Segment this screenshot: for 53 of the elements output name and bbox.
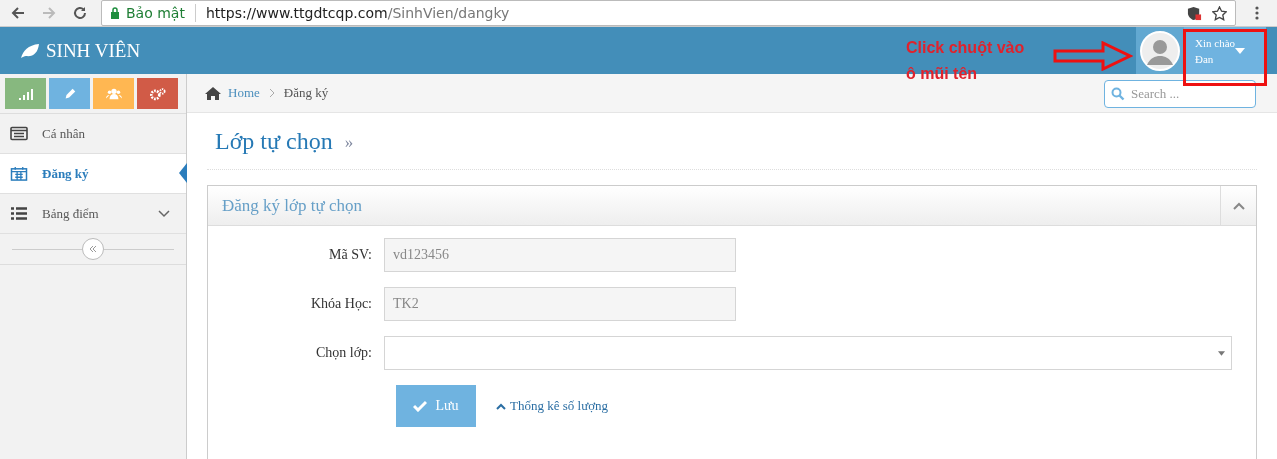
- avatar: [1140, 30, 1180, 71]
- sidebar-item[interactable]: Bảng điểm: [0, 194, 186, 234]
- breadcrumb-link[interactable]: Home: [228, 85, 260, 101]
- field-label: Khóa Học:: [309, 296, 373, 312]
- breadcrumb-current: Đăng ký: [283, 85, 329, 101]
- lock-icon: [110, 7, 120, 19]
- star-icon[interactable]: [1212, 5, 1227, 21]
- settings-shortcut-button[interactable]: [137, 78, 178, 109]
- search-icon: [1111, 87, 1125, 101]
- stats-shortcut-button[interactable]: [5, 78, 46, 109]
- reload-icon[interactable]: [72, 5, 88, 21]
- gears-icon: [149, 86, 166, 101]
- field-label: Mã SV:: [328, 247, 373, 263]
- class-select[interactable]: [384, 336, 1232, 370]
- url-text: https://www.ttgdtcqp.com/SinhVien/dangky: [205, 5, 510, 21]
- brand-title[interactable]: SINH VIÊN: [46, 39, 141, 62]
- search-field[interactable]: Search ...: [1104, 80, 1256, 108]
- caret-icon: [1235, 47, 1245, 54]
- address-bar[interactable]: Bảo mật https://www.ttgdtcqp.com/SinhVien/dangky: [101, 0, 1236, 26]
- caret-icon: [1218, 350, 1225, 356]
- title-separator: »: [344, 132, 354, 153]
- user-name: Đan: [1195, 51, 1215, 67]
- stats-link[interactable]: Thống kê số lượng: [496, 398, 609, 414]
- home-icon: [204, 86, 222, 100]
- collapse-sidebar-button[interactable]: [82, 238, 104, 260]
- edit-shortcut-button[interactable]: [49, 78, 90, 109]
- back-icon[interactable]: [10, 5, 26, 21]
- double-chevron-icon: [88, 244, 98, 254]
- shield-icon[interactable]: [1187, 5, 1202, 21]
- list-icon: [10, 206, 28, 221]
- panel-title: Đăng ký lớp tự chọn: [222, 195, 363, 216]
- security-label: Bảo mật: [126, 5, 185, 21]
- menu-icon[interactable]: [1255, 5, 1259, 21]
- chevron-icon: [1232, 201, 1245, 210]
- arrow-annotation-icon: [1053, 41, 1133, 71]
- signal-bars-icon: [17, 86, 34, 101]
- sidebar-item[interactable]: Đăng ký: [0, 154, 186, 194]
- forward-icon[interactable]: [41, 5, 57, 21]
- users-shortcut-button[interactable]: [93, 78, 134, 109]
- annotation-text: Click chuột vào: [906, 38, 1025, 58]
- greeting-text: Xin chào: [1195, 35, 1235, 51]
- leaf-icon: [20, 42, 40, 59]
- users-icon: [105, 86, 122, 101]
- chevron-icon: [268, 88, 275, 98]
- annotation-text: ô mũi tên: [906, 64, 979, 84]
- check-icon: [413, 400, 428, 412]
- active-pointer: [179, 163, 187, 183]
- id-card-icon: [10, 126, 28, 141]
- chevron-icon: [496, 402, 506, 410]
- field-label: Chọn lớp:: [314, 345, 373, 361]
- calendar-icon: [10, 166, 28, 181]
- page-title: Lớp tự chọn: [215, 127, 333, 155]
- save-button[interactable]: Lưu: [396, 385, 476, 427]
